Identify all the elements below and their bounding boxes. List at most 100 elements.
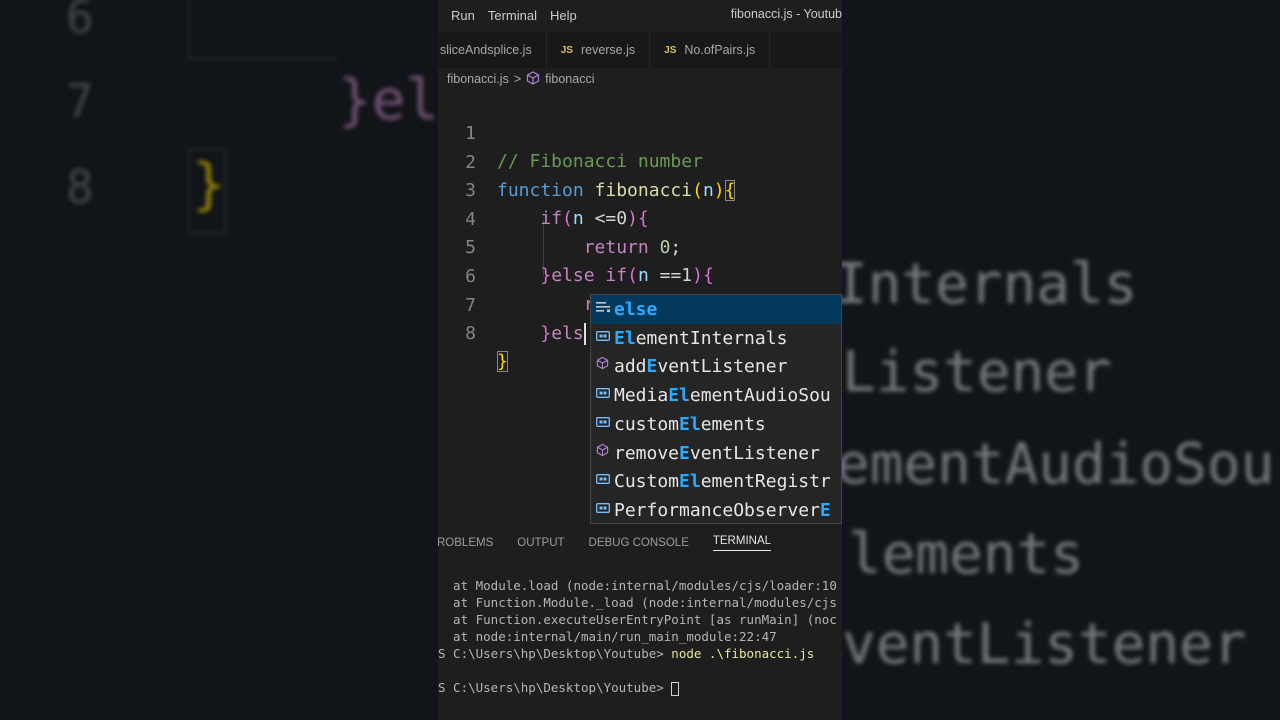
bg-guide-box bbox=[188, 0, 338, 60]
bg-code: }el bbox=[338, 68, 438, 133]
method-icon bbox=[594, 352, 611, 381]
tab-noofpairs[interactable]: JS No.ofPairs.js bbox=[650, 32, 771, 68]
window-title: fibonacci.js - Youtub bbox=[730, 7, 842, 21]
code-line: 2 function fibonacci(n){ bbox=[438, 121, 736, 201]
suggestion-text-part: Custom bbox=[614, 471, 680, 493]
tab-output[interactable]: OUTPUT bbox=[517, 537, 564, 549]
bg-word: ventListener bbox=[842, 612, 1247, 677]
tab-terminal[interactable]: TERMINAL bbox=[712, 535, 772, 551]
menu-terminal[interactable]: Terminal bbox=[488, 8, 537, 23]
suggestion-item[interactable]: customElements bbox=[591, 410, 841, 439]
menu-help[interactable]: Help bbox=[550, 8, 577, 23]
terminal-line: at Function.executeUserEntryPoint [as ru… bbox=[438, 612, 837, 627]
suggestion-text-part: ementAudioSou bbox=[689, 385, 831, 407]
panel-tabs: ROBLEMS OUTPUT DEBUG CONSOLE TERMINAL bbox=[438, 528, 842, 558]
code-keyword-if: if bbox=[605, 265, 628, 287]
tab-label: sliceAndsplice.js bbox=[440, 43, 532, 57]
code-line: 5 }else if(n ==1){ bbox=[438, 206, 714, 286]
code-comment: // Fibonacci number bbox=[497, 151, 703, 172]
suggestion-item[interactable]: CustomElementRegistr bbox=[591, 467, 841, 496]
code-line: 1 // Fibonacci number bbox=[438, 92, 703, 172]
code-line: 6 return 1; bbox=[438, 235, 681, 315]
suggestion-text-part: Media bbox=[614, 385, 669, 407]
bg-line-number: 8 bbox=[66, 160, 94, 214]
bg-line-number: 6 bbox=[66, 0, 94, 44]
line-number: 8 bbox=[465, 323, 476, 345]
suggestion-text-part: custom bbox=[614, 413, 680, 435]
tab-label: No.ofPairs.js bbox=[684, 43, 756, 57]
suggestion-text-part: E bbox=[679, 442, 690, 464]
suggestion-item[interactable]: addEventListener bbox=[591, 352, 841, 381]
code-keyword-else: else bbox=[551, 265, 595, 287]
method-icon bbox=[594, 439, 611, 468]
code-editor[interactable]: 1 // Fibonacci number 2 function fibonac… bbox=[438, 92, 842, 373]
tab-sliceandsplice[interactable]: sliceAndsplice.js bbox=[438, 32, 547, 68]
bg-word: ementAudioSou bbox=[842, 432, 1275, 497]
breadcrumb-symbol[interactable]: fibonacci bbox=[545, 72, 594, 86]
keyword-icon bbox=[594, 295, 611, 324]
suggestion-text-part: ventListener bbox=[657, 356, 788, 378]
suggestion-label: CustomElementRegistr bbox=[614, 467, 831, 496]
breadcrumb-separator: > bbox=[513, 72, 522, 86]
code-keyword-return: return bbox=[583, 236, 649, 258]
terminal-line: at node:internal/main/run_main_module:22… bbox=[438, 629, 777, 644]
suggestion-text-part: El bbox=[668, 385, 690, 407]
suggestion-item[interactable]: removeEventListener bbox=[591, 439, 841, 468]
menu-bar: Run Terminal Help fibonacci.js - Youtub bbox=[438, 0, 842, 30]
code-typed-text: els bbox=[551, 322, 584, 344]
code-number: 0 bbox=[659, 236, 671, 258]
suggestion-label: addEventListener bbox=[614, 352, 787, 381]
suggestion-text-part: ements bbox=[700, 413, 766, 435]
suggestion-text-part: PerformanceObserver bbox=[614, 499, 820, 521]
menu-run[interactable]: Run bbox=[451, 8, 475, 23]
suggestion-label: customElements bbox=[614, 410, 766, 439]
terminal-cursor bbox=[671, 681, 680, 696]
code-keyword-if: if bbox=[540, 208, 563, 230]
symbol-method-icon bbox=[526, 70, 540, 88]
breadcrumb-file[interactable]: fibonacci.js bbox=[447, 72, 509, 86]
terminal-command: node .\fibonacci.js bbox=[671, 646, 815, 661]
suggestion-item[interactable]: MediaElementAudioSou bbox=[591, 381, 841, 410]
bg-brace: } bbox=[192, 152, 226, 217]
class-icon bbox=[594, 467, 611, 496]
background-right: Internals Listener ementAudioSou lements… bbox=[842, 0, 1280, 720]
code-line: 4 return 0; bbox=[438, 178, 681, 258]
terminal-prompt-line: S C:\Users\hp\Desktop\Youtube> node .\fi… bbox=[438, 645, 814, 662]
autocomplete-popup: else ElementInternals addEventListener Medi… bbox=[590, 294, 842, 524]
suggestion-item[interactable]: PerformanceObserverE bbox=[591, 496, 841, 523]
class-icon bbox=[594, 381, 611, 410]
code-line: 3 if(n <=0){ bbox=[438, 149, 649, 229]
suggestion-text-part: ementInternals bbox=[635, 327, 788, 349]
suggestion-text-part: ementRegistr bbox=[700, 471, 831, 493]
suggestion-label: else bbox=[614, 295, 657, 324]
editor-tabs: sliceAndsplice.js JS reverse.js JS No.of… bbox=[438, 32, 842, 68]
class-icon bbox=[594, 496, 611, 523]
tab-problems[interactable]: ROBLEMS bbox=[438, 537, 493, 549]
bg-word: Listener bbox=[842, 340, 1112, 405]
tab-label: reverse.js bbox=[580, 43, 636, 57]
bg-word: lements bbox=[848, 522, 1085, 587]
js-file-icon: JS bbox=[560, 44, 573, 56]
code-line: 8 } bbox=[438, 292, 508, 373]
suggestion-item[interactable]: else bbox=[591, 295, 841, 324]
code-line: 7 }els bbox=[438, 264, 586, 345]
class-icon bbox=[594, 324, 611, 353]
suggestion-text-part: El bbox=[614, 327, 636, 349]
terminal-line: at Module.load (node:internal/modules/cj… bbox=[438, 578, 837, 593]
suggestion-item[interactable]: ElementInternals bbox=[591, 324, 841, 353]
bg-word: Internals bbox=[842, 252, 1138, 317]
background-left: 6 7 8 }el } bbox=[0, 0, 438, 720]
suggestion-text-part: else bbox=[614, 299, 658, 320]
code-condition: <=0 bbox=[583, 208, 628, 230]
terminal-line: at Function.Module._load (node:internal/… bbox=[438, 595, 837, 610]
js-file-icon: JS bbox=[664, 44, 677, 56]
tab-debug-console[interactable]: DEBUG CONSOLE bbox=[589, 537, 689, 549]
terminal-prompt-line: S C:\Users\hp\Desktop\Youtube> bbox=[438, 679, 680, 696]
code-param: n bbox=[637, 265, 649, 287]
suggestion-text-part: remove bbox=[614, 442, 680, 464]
suggestion-label: PerformanceObserverE bbox=[614, 496, 831, 523]
suggestion-text-part: E bbox=[819, 499, 831, 521]
tab-reverse[interactable]: JS reverse.js bbox=[547, 32, 651, 68]
terminal-panel[interactable]: at Module.load (node:internal/modules/cj… bbox=[438, 575, 842, 720]
suggestion-text-part: El bbox=[679, 471, 701, 493]
